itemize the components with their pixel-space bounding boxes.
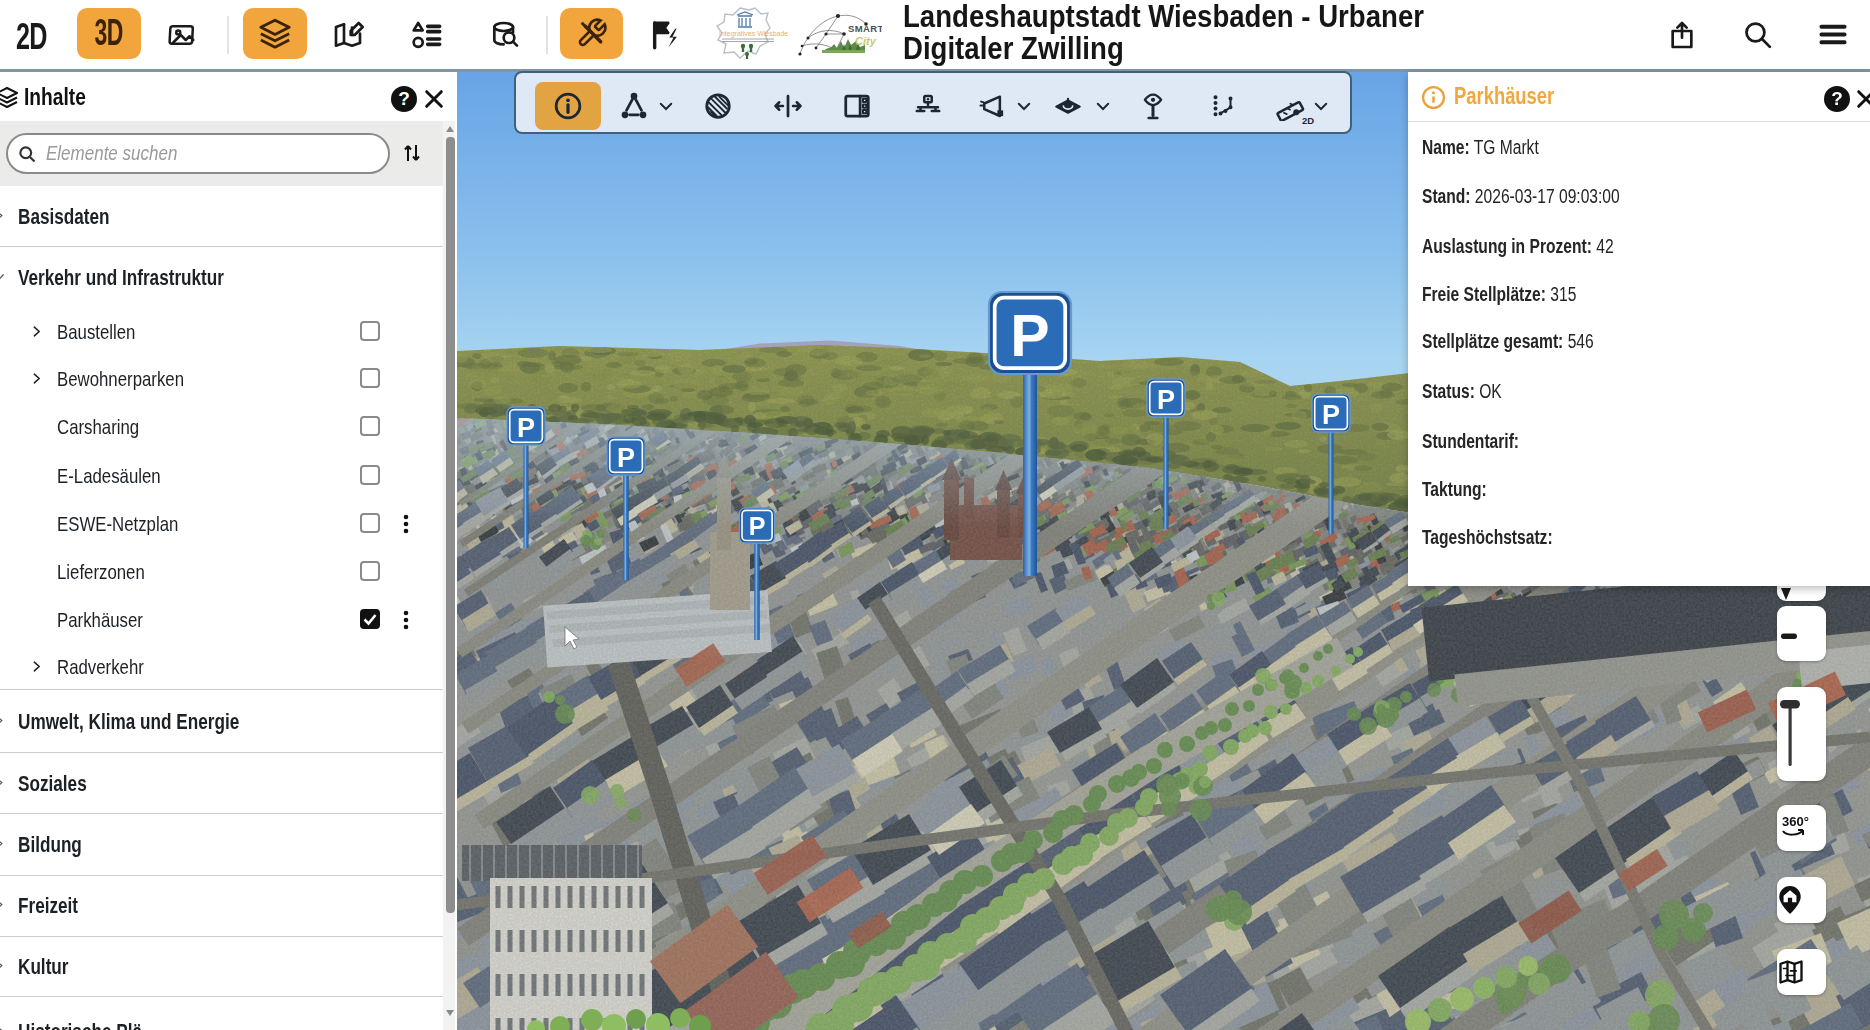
svg-text:Integratives Wiesbaden: Integratives Wiesbaden <box>719 30 788 38</box>
svg-text:360°: 360° <box>1782 814 1809 829</box>
svg-text:P: P <box>1157 385 1175 415</box>
svg-text:P: P <box>517 413 535 443</box>
svg-text:P: P <box>1322 400 1340 430</box>
svg-text:City: City <box>855 35 877 47</box>
svg-text:P: P <box>617 443 635 473</box>
svg-text:P: P <box>749 512 766 540</box>
svg-text:P: P <box>1010 303 1049 369</box>
svg-text:SMART: SMART <box>848 23 882 34</box>
